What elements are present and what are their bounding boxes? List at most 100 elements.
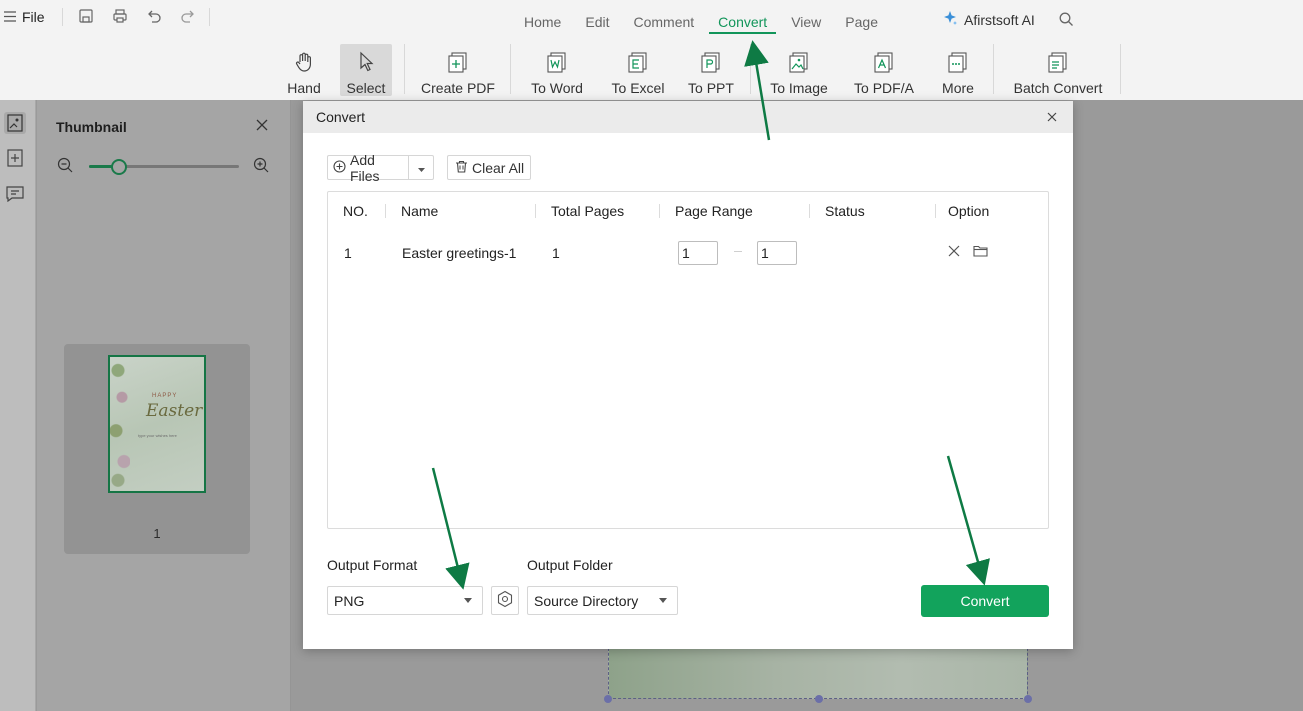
page-thumbnail-image: HAPPY Easter type your wishes here [108,355,206,493]
output-format-value: PNG [334,592,365,609]
column-header-option: Option [948,203,990,219]
zoom-out-icon[interactable] [57,157,74,177]
image-icon [787,50,811,74]
file-table: NO. Name Total Pages Page Range Status O… [327,191,1049,529]
thumb-happy-text: HAPPY [152,393,178,399]
tab-edit[interactable]: Edit [576,0,618,36]
create-pdf-button[interactable]: Create PDF [420,44,496,96]
page-range-to-input[interactable] [757,241,797,265]
remove-icon[interactable] [947,244,961,261]
file-menu-label: File [22,9,45,25]
add-files-button[interactable]: Add Files [327,152,434,184]
to-excel-button[interactable]: To Excel [608,44,668,96]
thumbnail-panel-icon[interactable] [4,112,26,134]
pdfa-icon [872,50,896,74]
row-name: Easter greetings-1 [402,245,517,261]
flower-decoration [110,357,130,491]
output-format-select[interactable]: PNG [327,586,483,615]
cursor-icon [354,50,378,74]
column-divider [809,204,810,218]
tab-comment[interactable]: Comment [624,0,703,36]
print-icon[interactable] [109,6,131,26]
chevron-down-icon [659,598,667,603]
tab-convert[interactable]: Convert [709,0,777,36]
convert-button[interactable]: Convert [921,585,1049,617]
left-icon-bar [0,100,36,711]
to-ppt-button[interactable]: To PPT [687,44,735,96]
zoom-slider-handle[interactable] [111,159,127,175]
hamburger-icon [4,9,16,25]
document-page-preview[interactable] [604,648,1032,703]
row-total-pages: 1 [552,245,560,261]
chevron-down-icon [417,160,425,176]
hand-tool-label: Hand [287,80,321,96]
add-circle-icon [333,159,346,176]
resize-handle[interactable] [815,695,823,703]
close-icon[interactable] [256,118,268,134]
create-pdf-label: Create PDF [421,80,495,96]
column-divider [535,204,536,218]
search-icon[interactable] [1059,12,1074,30]
zoom-in-icon[interactable] [253,157,270,177]
top-bar: File Home Edit Comment Convert View Page [0,0,1303,100]
output-format-label: Output Format [327,557,418,573]
to-word-label: To Word [531,80,583,96]
page-range-from-input[interactable] [678,241,718,265]
hand-icon [292,50,316,74]
trash-icon [455,160,468,176]
zoom-slider[interactable] [89,159,239,175]
create-pdf-icon [446,50,470,74]
divider [62,8,63,26]
tab-home[interactable]: Home [515,0,570,36]
thumbnail-zoom [57,157,273,175]
ppt-icon [699,50,723,74]
select-tool-label: Select [346,80,386,96]
save-icon[interactable] [75,6,97,26]
column-divider [935,204,936,218]
column-divider [659,204,660,218]
range-separator [734,251,742,252]
clear-all-button[interactable]: Clear All [447,155,531,180]
add-files-main[interactable]: Add Files [328,152,410,184]
add-files-dropdown[interactable] [409,156,433,179]
to-pdfa-label: To PDF/A [854,80,914,96]
column-header-page-range: Page Range [675,203,753,219]
excel-icon [626,50,650,74]
ai-assistant-button[interactable]: Afirstsoft AI [942,10,1035,29]
more-button[interactable]: More [937,44,979,96]
output-folder-select[interactable]: Source Directory [527,586,678,615]
more-label: More [942,80,974,96]
clear-all-label: Clear All [472,159,525,176]
column-header-total-pages: Total Pages [551,203,625,219]
batch-convert-label: Batch Convert [1013,80,1103,96]
thumb-easter-text: Easter [146,401,203,421]
tab-view[interactable]: View [782,0,830,36]
resize-handle[interactable] [1024,695,1032,703]
menu-row: File Home Edit Comment Convert View Page [0,0,1303,36]
redo-icon[interactable] [177,6,199,26]
format-settings-button[interactable] [491,586,519,615]
divider [209,8,210,26]
word-icon [545,50,569,74]
thumbnail-title: Thumbnail [56,119,127,135]
batch-convert-button[interactable]: Batch Convert [1010,44,1106,96]
to-pdfa-button[interactable]: To PDF/A [852,44,916,96]
close-icon[interactable] [1046,110,1058,126]
file-menu-button[interactable]: File [4,7,45,27]
output-folder-value: Source Directory [534,592,639,609]
undo-icon[interactable] [143,6,165,26]
comment-panel-icon[interactable] [4,183,26,205]
divider [750,44,751,94]
resize-handle[interactable] [604,695,612,703]
select-tool-button[interactable]: Select [340,44,392,96]
divider [510,44,511,94]
hand-tool-button[interactable]: Hand [282,44,326,96]
page-thumbnail-card[interactable]: HAPPY Easter type your wishes here 1 [64,344,250,554]
convert-dialog: Convert Add Files Clear All NO. Name Tot… [303,101,1073,649]
to-word-button[interactable]: To Word [527,44,587,96]
output-folder-label: Output Folder [527,557,613,573]
bookmark-panel-icon[interactable] [4,147,26,169]
folder-icon[interactable] [973,244,988,261]
tab-page[interactable]: Page [836,0,887,36]
to-image-button[interactable]: To Image [768,44,830,96]
